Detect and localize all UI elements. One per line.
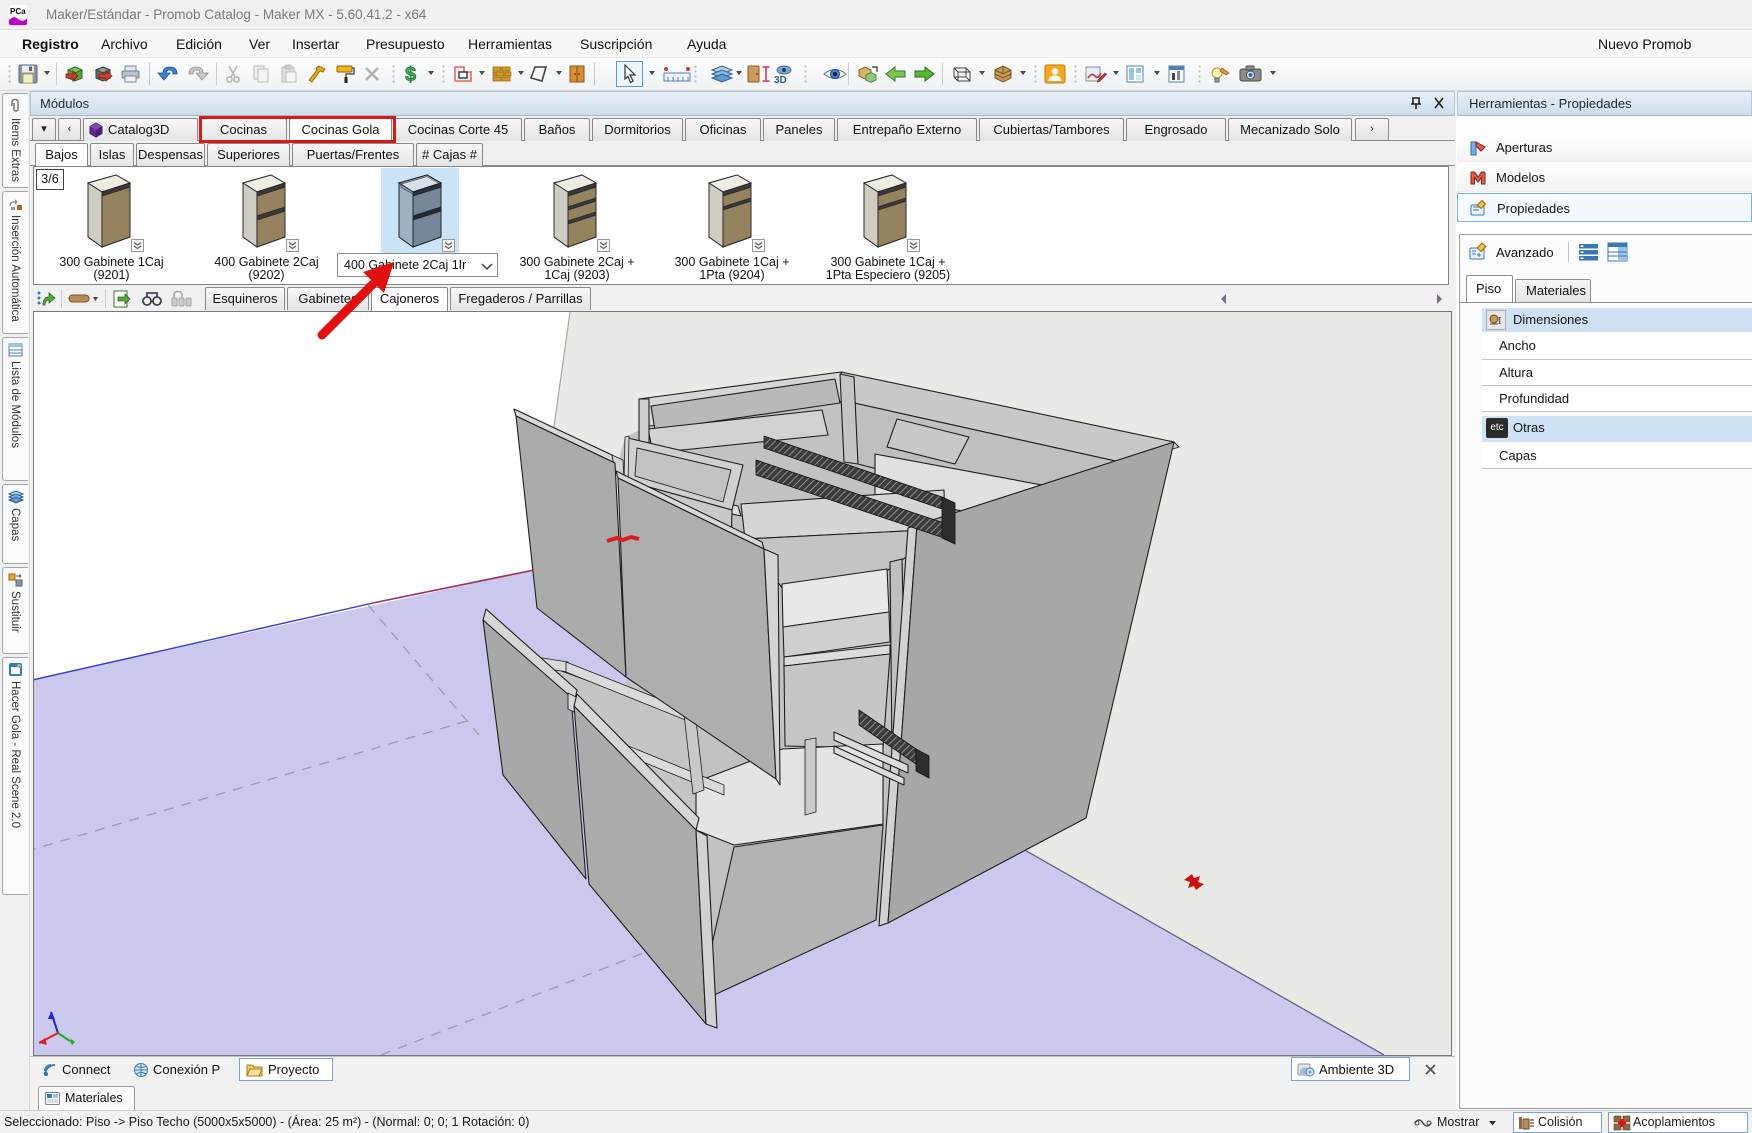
svg-text:PCa: PCa xyxy=(10,7,26,16)
svg-text:I: I xyxy=(1498,316,1501,327)
svg-text:3D: 3D xyxy=(774,75,787,84)
svg-text:$: $ xyxy=(405,64,416,84)
